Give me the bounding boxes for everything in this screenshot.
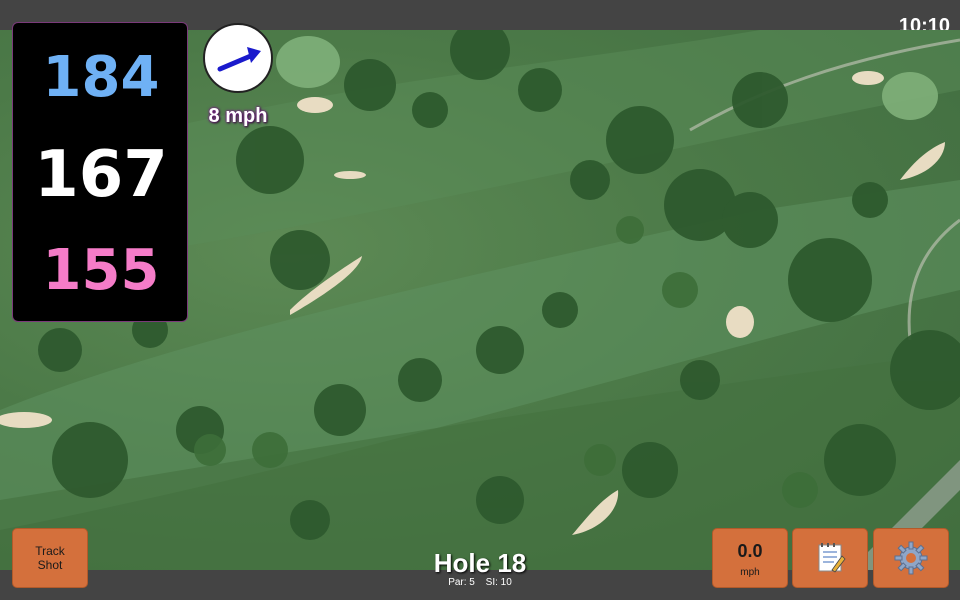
back-distance: 184 [42,45,160,110]
hole-info: Par: 5 SI: 10 [380,577,580,588]
settings-button[interactable] [873,528,949,588]
wind-indicator [203,23,273,93]
notes-button[interactable] [792,528,868,588]
speed-unit: mph [740,567,760,578]
par-label: Par: 5 [448,577,475,588]
speed-value: 0.0 [737,541,763,561]
distance-panel: 184 167 155 [12,22,188,322]
stroke-index-label: SI: 10 [485,577,512,588]
hole-title: Hole 18 [433,548,527,578]
wind-arrow-icon [217,47,261,72]
speed-button[interactable]: 0.0 mph [712,528,788,588]
wind-speed: 8 mph [208,105,268,127]
middle-distance: 167 [34,138,168,212]
track-shot-label: Track Shot [35,544,65,572]
gear-icon [894,541,928,575]
track-shot-button[interactable]: Track Shot [12,528,88,588]
notepad-icon [818,543,846,573]
front-distance: 155 [42,238,160,303]
